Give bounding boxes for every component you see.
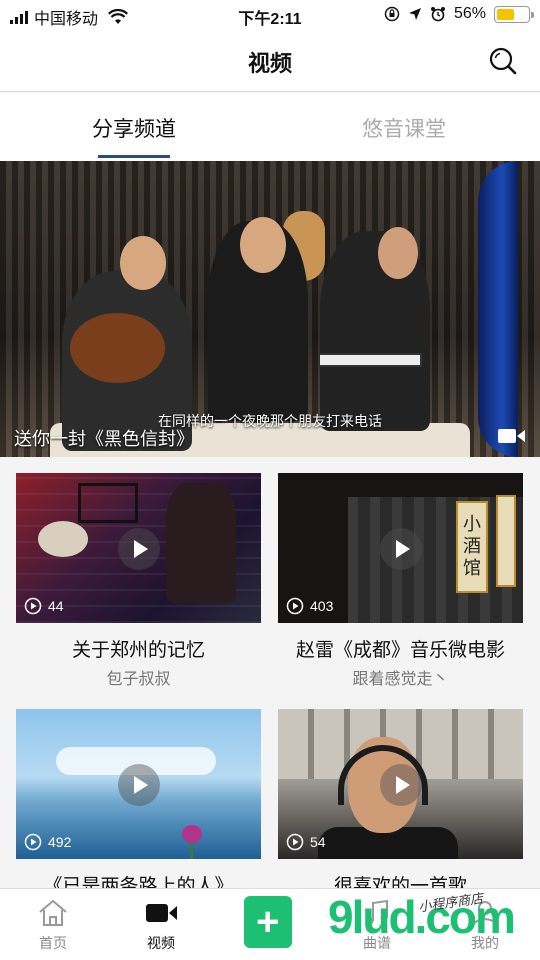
page-title: 视频	[247, 51, 292, 76]
play-count-value: 403	[310, 598, 334, 614]
tabbar-label: 曲谱	[363, 935, 391, 951]
rotation-lock-icon	[384, 6, 400, 22]
play-icon[interactable]	[380, 764, 422, 806]
tabbar-item-mine[interactable]: 我的	[450, 897, 520, 953]
featured-video[interactable]: 在同样的一个夜晚那个朋友打来电话 送你一封《黑色信封》	[0, 161, 540, 457]
music-stand	[78, 483, 138, 523]
play-count-icon	[286, 597, 304, 615]
home-icon	[39, 900, 67, 926]
search-icon[interactable]	[488, 46, 518, 76]
thumbnail-flower	[182, 825, 202, 843]
video-author[interactable]: 跟着感觉走丶	[278, 665, 523, 689]
play-count-value: 44	[48, 598, 64, 614]
status-bar: 中国移动 下午2:11 56%	[0, 0, 540, 30]
video-title[interactable]: 关于郑州的记忆	[16, 635, 261, 662]
tabbar-label: 首页	[39, 935, 67, 951]
hero-title: 送你一封《黑色信封》	[14, 429, 194, 449]
video-author[interactable]: 包子叔叔	[16, 665, 261, 689]
video-thumbnail[interactable]: 54	[278, 709, 523, 859]
thumbnail-sign-text: 小酒馆	[463, 514, 481, 578]
user-icon	[472, 901, 498, 927]
play-count-value: 492	[48, 834, 72, 850]
play-count: 44	[24, 597, 64, 615]
play-count: 492	[24, 833, 71, 851]
battery-level	[497, 8, 514, 20]
video-camera-icon	[146, 904, 177, 922]
tabbar-item-video[interactable]: 视频	[126, 897, 196, 953]
video-thumbnail[interactable]: 小酒馆 403	[278, 473, 523, 623]
location-icon	[408, 8, 421, 20]
video-title[interactable]: 赵雷《成都》音乐微电影	[278, 635, 523, 662]
play-count-icon	[24, 833, 42, 851]
video-thumbnail[interactable]: 44	[16, 473, 261, 623]
tab-music-class[interactable]: 悠音课堂	[362, 113, 446, 143]
thumbnail-guitar	[38, 521, 88, 557]
hero-performer-head	[378, 227, 418, 279]
hero-performer-head	[120, 236, 166, 290]
hero-melodica	[318, 353, 422, 367]
battery-icon	[494, 5, 534, 23]
tabbar-item-score[interactable]: 曲谱	[342, 897, 412, 953]
play-count-icon	[286, 833, 304, 851]
play-count: 54	[286, 833, 326, 851]
score-icon	[366, 899, 388, 925]
play-icon[interactable]	[118, 764, 160, 806]
nav-bar: 视频	[0, 30, 540, 92]
tabbar-label: 我的	[471, 935, 499, 951]
tabbar-item-home[interactable]: 首页	[18, 897, 88, 953]
thumbnail-sign	[496, 495, 516, 587]
segment-tabs: 分享频道 悠音课堂	[0, 93, 540, 161]
active-tab-indicator	[98, 155, 170, 158]
alarm-icon	[430, 7, 445, 22]
video-thumbnail[interactable]: 492	[16, 709, 261, 859]
play-icon[interactable]	[380, 528, 422, 570]
bottom-tab-bar: 首页 视频 曲谱 我的	[0, 888, 540, 960]
play-count: 403	[286, 597, 333, 615]
hero-acoustic-guitar	[70, 313, 165, 383]
status-right: 56%	[384, 5, 534, 23]
play-count-icon	[24, 597, 42, 615]
thumbnail-person	[166, 483, 236, 603]
play-icon[interactable]	[118, 528, 160, 570]
battery-percent: 56%	[453, 5, 486, 22]
hero-performer-head	[240, 217, 286, 273]
play-count-value: 54	[310, 834, 326, 850]
tabbar-label: 视频	[147, 935, 175, 951]
video-camera-icon	[498, 429, 525, 443]
tab-share-channel[interactable]: 分享频道	[92, 113, 176, 143]
